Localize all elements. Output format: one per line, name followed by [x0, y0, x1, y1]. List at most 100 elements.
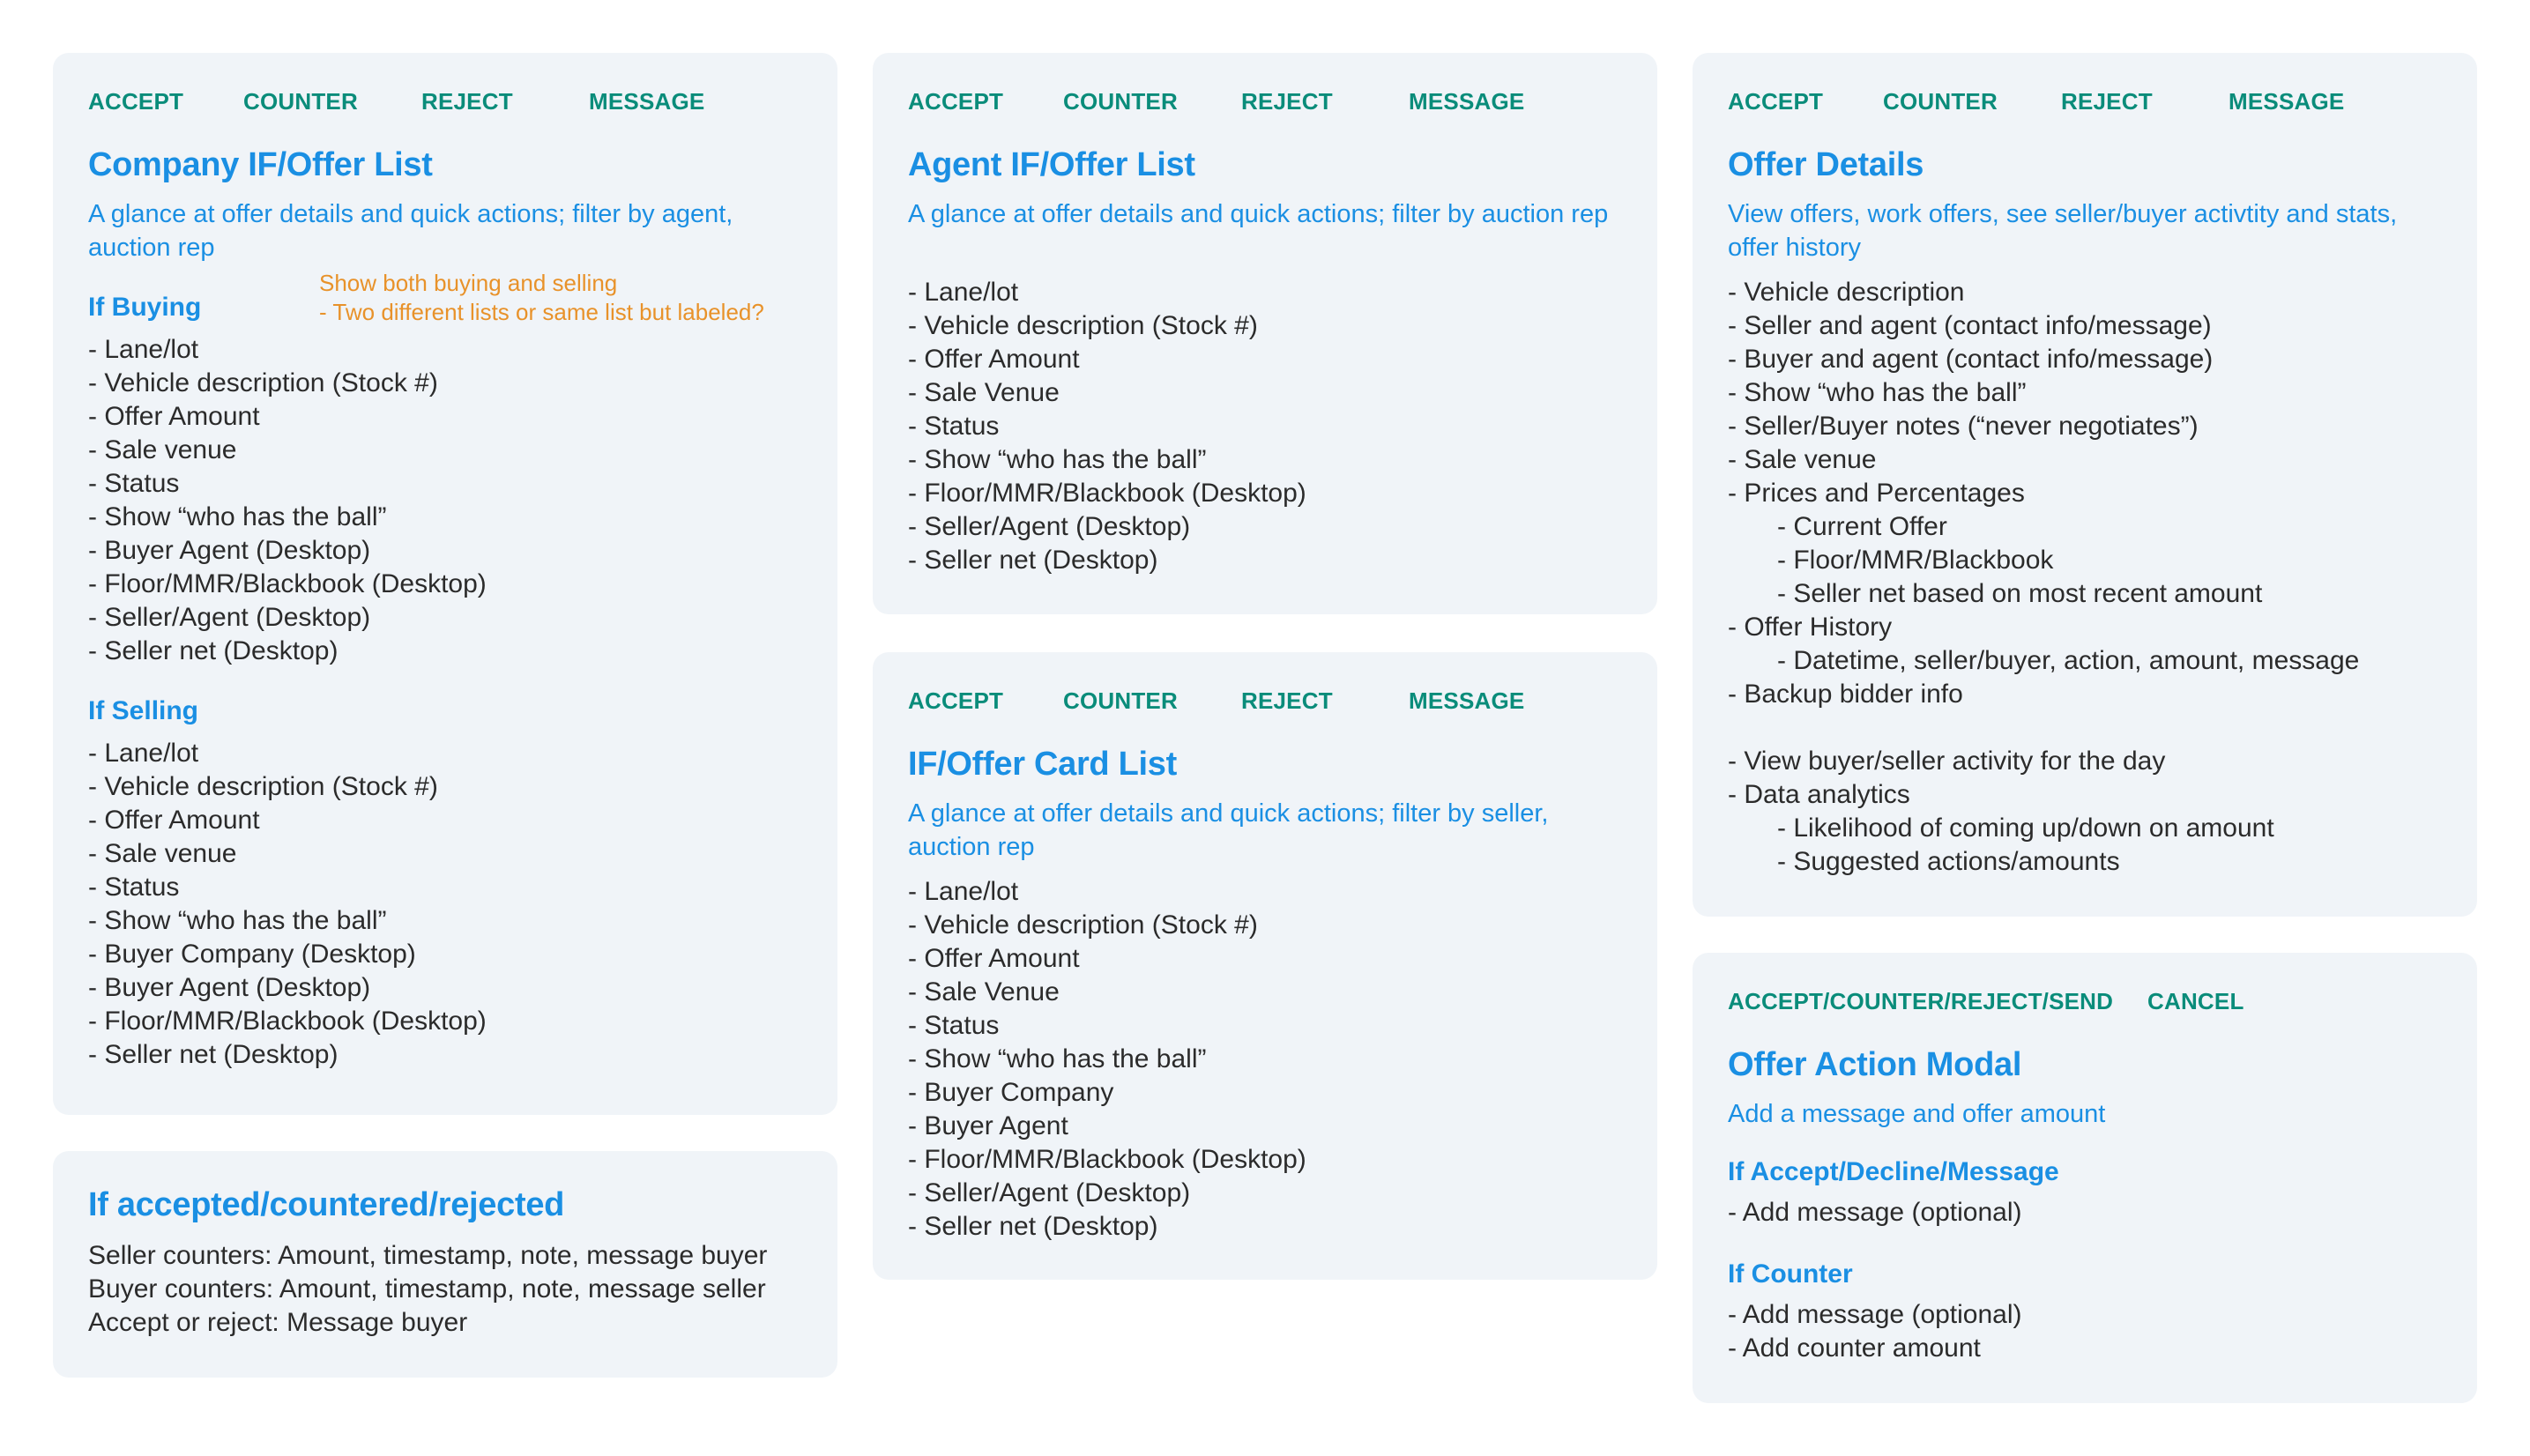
reject-button[interactable]: REJECT — [1241, 687, 1333, 715]
counter-field-list: - Add message (optional) - Add counter a… — [1728, 1298, 2022, 1365]
accept-field-list: - Add message (optional) — [1728, 1196, 2022, 1229]
message-button[interactable]: MESSAGE — [2229, 88, 2344, 115]
list-item: - Floor/MMR/Blackbook (Desktop) — [88, 569, 487, 598]
list-item: - Status — [908, 412, 1000, 441]
list-item: - Buyer Company (Desktop) — [88, 940, 416, 969]
if-counter-heading: If Counter — [1728, 1259, 1853, 1289]
accept-button[interactable]: ACCEPT — [1728, 88, 1823, 115]
list-item: - Lane/lot — [88, 739, 199, 768]
list-item: - Seller net (Desktop) — [908, 546, 1158, 575]
list-item: - Seller net based on most recent amount — [1777, 579, 2263, 608]
message-button[interactable]: MESSAGE — [1409, 88, 1524, 115]
list-item: - Buyer Company — [908, 1078, 1114, 1107]
card-title: Agent IF/Offer List — [908, 146, 1195, 183]
outcome-line: Buyer counters: Amount, timestamp, note,… — [88, 1274, 766, 1304]
card-description: Add a message and offer amount — [1728, 1100, 2106, 1128]
card-title: Offer Details — [1728, 146, 1924, 183]
outcome-lines: Seller counters: Amount, timestamp, note… — [88, 1239, 767, 1340]
list-item: - Seller net (Desktop) — [88, 636, 339, 665]
list-item: - Datetime, seller/buyer, action, amount… — [1777, 646, 2360, 675]
card-title: Offer Action Modal — [1728, 1046, 2022, 1083]
list-item: - Backup bidder info — [1728, 680, 1963, 709]
list-item: - Floor/MMR/Blackbook — [1777, 546, 2054, 575]
list-item: - Seller net (Desktop) — [908, 1212, 1158, 1241]
list-item: - Sale venue — [1728, 445, 1877, 474]
counter-button[interactable]: COUNTER — [243, 88, 358, 115]
list-item: - Floor/MMR/Blackbook (Desktop) — [908, 1145, 1306, 1174]
list-item: - Buyer Agent (Desktop) — [88, 973, 371, 1002]
buying-field-list: - Lane/lot - Vehicle description (Stock … — [88, 333, 487, 668]
message-button[interactable]: MESSAGE — [589, 88, 704, 115]
list-item: - Show “who has the ball” — [88, 502, 387, 531]
list-item: - Offer Amount — [908, 345, 1080, 374]
list-item: - Floor/MMR/Blackbook (Desktop) — [908, 479, 1306, 508]
field-list: - Lane/lot - Vehicle description (Stock … — [908, 276, 1306, 577]
list-item: - Seller and agent (contact info/message… — [1728, 311, 2212, 340]
card-description: View offers, work offers, see seller/buy… — [1728, 200, 2398, 262]
list-item: - Offer Amount — [88, 806, 260, 835]
offer-card-list-card: ACCEPT COUNTER REJECT MESSAGE IF/Offer C… — [873, 652, 1657, 1280]
list-item: - Vehicle description — [1728, 278, 1965, 307]
accept-button[interactable]: ACCEPT — [908, 88, 1003, 115]
card-title: If accepted/countered/rejected — [88, 1186, 565, 1223]
list-item: - Add counter amount — [1728, 1333, 1981, 1363]
list-item: - Status — [88, 469, 180, 498]
card-title: Company IF/Offer List — [88, 146, 433, 183]
list-item: - Seller/Agent (Desktop) — [908, 1178, 1191, 1207]
list-item: - Add message (optional) — [1728, 1198, 2022, 1227]
counter-button[interactable]: COUNTER — [1063, 687, 1178, 715]
list-item: - Status — [88, 873, 180, 902]
outcome-card: If accepted/countered/rejected Seller co… — [53, 1151, 837, 1378]
list-item: - Seller/Agent (Desktop) — [88, 603, 371, 632]
list-item: - Floor/MMR/Blackbook (Desktop) — [88, 1007, 487, 1036]
list-item: - View buyer/seller activity for the day — [1728, 747, 2166, 776]
list-item: - Data analytics — [1728, 780, 1910, 809]
accept-button[interactable]: ACCEPT — [908, 687, 1003, 715]
submit-action-button[interactable]: ACCEPT/COUNTER/REJECT/SEND — [1728, 988, 2113, 1015]
note-line: Show both buying and selling — [319, 270, 618, 296]
list-item: - Show “who has the ball” — [908, 445, 1207, 474]
list-item: - Buyer Agent (Desktop) — [88, 536, 371, 565]
list-item: - Sale Venue — [908, 977, 1060, 1007]
list-item: - Vehicle description (Stock #) — [908, 311, 1258, 340]
reject-button[interactable]: REJECT — [1241, 88, 1333, 115]
list-item: - Likelihood of coming up/down on amount — [1777, 813, 2274, 843]
counter-button[interactable]: COUNTER — [1883, 88, 1998, 115]
if-selling-heading: If Selling — [88, 696, 199, 725]
list-item: - Prices and Percentages — [1728, 479, 2025, 508]
note-line: - Two different lists or same list but l… — [319, 299, 764, 325]
list-item: - Buyer Agent — [908, 1111, 1068, 1140]
list-item: - Status — [908, 1011, 1000, 1040]
list-item: - Current Offer — [1777, 512, 1947, 541]
list-item: - Sale Venue — [908, 378, 1060, 407]
company-offer-list-card: ACCEPT COUNTER REJECT MESSAGE Company IF… — [53, 53, 837, 1115]
list-item: - Vehicle description (Stock #) — [88, 772, 438, 801]
card-description: A glance at offer details and quick acti… — [908, 799, 1549, 861]
outcome-line: Accept or reject: Message buyer — [88, 1308, 468, 1337]
list-item: - Seller/Buyer notes (“never negotiates”… — [1728, 412, 2199, 441]
list-item: - Seller net (Desktop) — [88, 1040, 339, 1069]
list-item: - Sale venue — [88, 435, 237, 464]
annotation-note: Show both buying and selling - Two diffe… — [319, 269, 764, 327]
list-item: - Sale venue — [88, 839, 237, 868]
list-item: - Show “who has the ball” — [908, 1044, 1207, 1073]
reject-button[interactable]: REJECT — [2061, 88, 2153, 115]
list-item: - Show “who has the ball” — [1728, 378, 2027, 407]
list-item: - Offer History — [1728, 613, 1893, 642]
message-button[interactable]: MESSAGE — [1409, 687, 1524, 715]
list-item: - Buyer and agent (contact info/message) — [1728, 345, 2214, 374]
list-item: - Lane/lot — [88, 335, 199, 364]
card-description: A glance at offer details and quick acti… — [908, 200, 1609, 228]
counter-button[interactable]: COUNTER — [1063, 88, 1178, 115]
field-list: - Vehicle description - Seller and agent … — [1728, 276, 2359, 879]
reject-button[interactable]: REJECT — [421, 88, 513, 115]
if-buying-heading: If Buying — [88, 293, 202, 322]
cancel-button[interactable]: CANCEL — [2147, 988, 2244, 1015]
outcome-line: Seller counters: Amount, timestamp, note… — [88, 1241, 768, 1270]
list-item: - Lane/lot — [908, 877, 1019, 906]
offer-action-modal-card: ACCEPT/COUNTER/REJECT/SEND CANCEL Offer … — [1693, 953, 2477, 1403]
list-item: - Suggested actions/amounts — [1777, 847, 2120, 876]
accept-button[interactable]: ACCEPT — [88, 88, 183, 115]
list-item: - Vehicle description (Stock #) — [908, 910, 1258, 940]
list-item: - Vehicle description (Stock #) — [88, 368, 438, 397]
